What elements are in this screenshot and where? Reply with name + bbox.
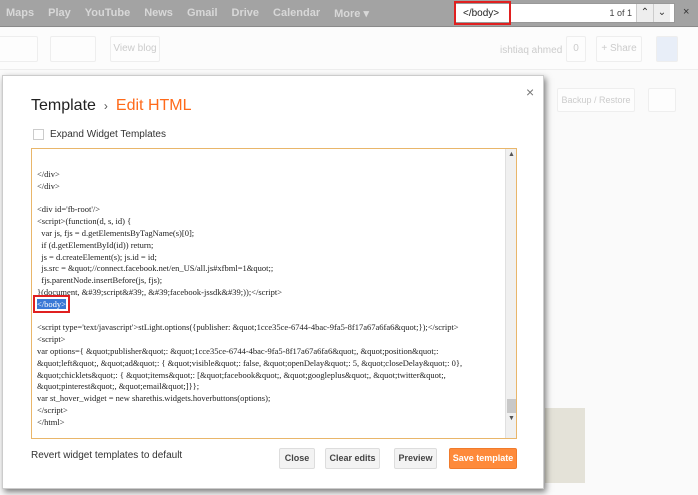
google-bar: Maps Play YouTube News Gmail Drive Calen… <box>0 0 698 27</box>
nav-maps[interactable]: Maps <box>6 7 34 20</box>
nav-gmail[interactable]: Gmail <box>187 7 218 20</box>
gear-icon[interactable] <box>648 88 676 112</box>
scroll-up-icon[interactable]: ▲ <box>506 151 516 158</box>
user-name[interactable]: ishtiaq ahmed <box>500 45 562 56</box>
find-highlight-box <box>454 1 511 25</box>
posts-icon[interactable] <box>50 36 96 62</box>
close-button[interactable]: Close <box>279 448 315 469</box>
dialog-title: Template › Edit HTML <box>31 97 192 115</box>
nav-more[interactable]: More ▾ <box>334 7 369 20</box>
find-next-button[interactable]: ⌄ <box>653 4 670 22</box>
find-count: 1 of 1 <box>609 8 632 18</box>
save-template-button[interactable]: Save template <box>449 448 517 469</box>
nav-news[interactable]: News <box>144 7 173 20</box>
clear-edits-button[interactable]: Clear edits <box>325 448 380 469</box>
blogger-header: View blog ishtiaq ahmed 0 + Share <box>0 28 698 70</box>
nav-play[interactable]: Play <box>48 7 71 20</box>
share-button[interactable]: + Share <box>596 36 642 62</box>
scroll-down-icon[interactable]: ▼ <box>506 415 516 422</box>
code-before: </div> </div> <div id='fb-root'/> <scrip… <box>37 169 283 297</box>
scroll-thumb[interactable] <box>507 399 516 413</box>
google-nav: Maps Play YouTube News Gmail Drive Calen… <box>6 7 369 20</box>
code-match-highlight: </body> <box>33 294 70 313</box>
close-icon[interactable]: × <box>526 84 534 100</box>
backup-restore-button[interactable]: Backup / Restore <box>557 88 635 112</box>
find-bar: </body> 1 of 1 ⌃ ⌄ <box>454 1 675 25</box>
nav-calendar[interactable]: Calendar <box>273 7 320 20</box>
expand-widget-label: Expand Widget Templates <box>50 129 166 140</box>
breadcrumb-current: Edit HTML <box>115 97 192 114</box>
avatar[interactable] <box>656 36 678 62</box>
notification-count[interactable]: 0 <box>566 36 586 62</box>
edit-html-dialog: Template › Edit HTML × Expand Widget Templ… <box>2 75 544 489</box>
find-prev-button[interactable]: ⌃ <box>636 4 653 22</box>
layout-thumbnail <box>545 408 585 483</box>
code-after: <script type='text/javascript'>stLight.o… <box>37 322 463 427</box>
expand-widget-checkbox[interactable]: Expand Widget Templates <box>33 129 166 140</box>
view-blog-button[interactable]: View blog <box>110 36 160 62</box>
pencil-icon[interactable] <box>0 36 38 62</box>
nav-youtube[interactable]: YouTube <box>85 7 130 20</box>
preview-button[interactable]: Preview <box>394 448 437 469</box>
breadcrumb-separator: › <box>103 99 108 113</box>
code-text[interactable]: </div> </div> <div id='fb-root'/> <scrip… <box>33 169 502 429</box>
breadcrumb-template[interactable]: Template <box>31 97 96 114</box>
editor-scrollbar[interactable]: ▲ ▼ <box>505 149 516 438</box>
nav-drive[interactable]: Drive <box>232 7 260 20</box>
checkbox-icon[interactable] <box>33 129 44 140</box>
find-close-icon[interactable]: × <box>683 6 689 18</box>
html-editor[interactable]: </div> </div> <div id='fb-root'/> <scrip… <box>31 148 517 439</box>
revert-widgets-link[interactable]: Revert widget templates to default <box>31 450 182 461</box>
